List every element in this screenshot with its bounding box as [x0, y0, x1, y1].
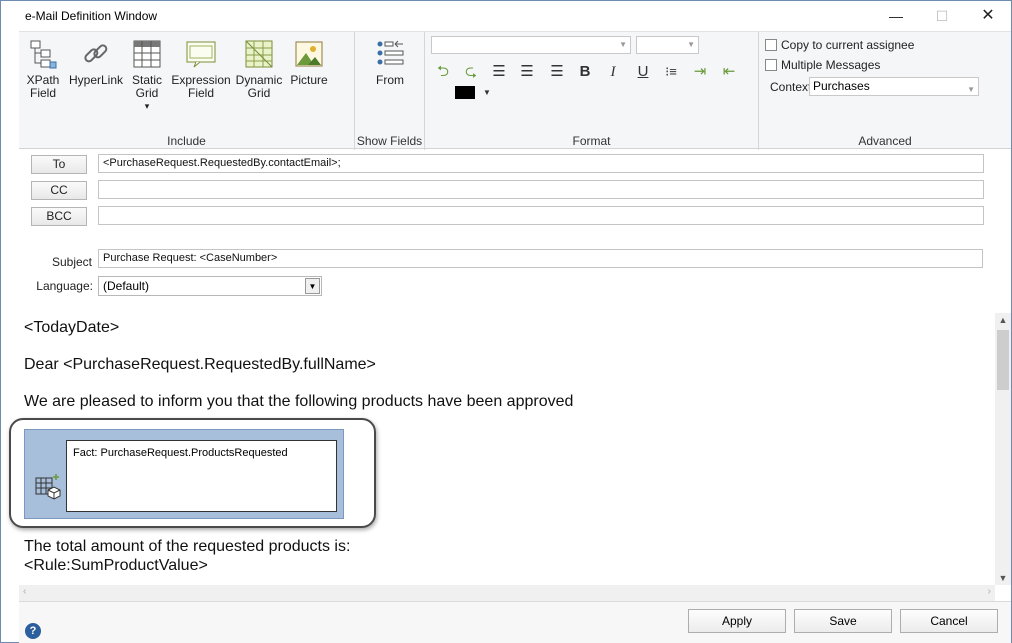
bold-icon[interactable]: B — [575, 62, 595, 82]
context-combo[interactable]: Purchases ▼ — [809, 77, 979, 96]
language-dropdown-icon[interactable]: ▼ — [305, 278, 320, 294]
undo-icon[interactable]: ⮌ — [433, 62, 453, 82]
expression-field-button[interactable]: Expression Field — [171, 38, 231, 100]
dynamic-grid-label-2: Grid — [247, 86, 271, 100]
advanced-group-label: Advanced — [858, 134, 912, 148]
from-fields-icon — [377, 40, 404, 65]
underline-icon[interactable]: U — [633, 62, 653, 82]
picture-button[interactable]: Picture — [287, 38, 331, 87]
multiple-messages-checkbox[interactable]: Multiple Messages — [765, 58, 880, 72]
font-size-combo[interactable]: ▼ — [636, 36, 699, 54]
scroll-right-icon[interactable]: › — [988, 586, 991, 597]
include-group: XPath Field HyperLink Static Grid ▾ Expr… — [19, 32, 355, 150]
save-button[interactable]: Save — [794, 609, 892, 633]
bcc-input[interactable] — [98, 206, 984, 225]
hyperlink-label: HyperLink — [68, 73, 124, 87]
outdent-icon[interactable]: ⇤ — [719, 62, 739, 82]
help-icon[interactable]: ? — [25, 623, 41, 639]
show-fields-group: From Show Fields — [355, 32, 425, 150]
static-grid-dropdown-icon[interactable]: ▾ — [129, 100, 165, 113]
align-left-icon[interactable]: ☰ — [489, 62, 509, 82]
format-group: ▼ ▼ ⮌ ⮎ ☰ ☰ ☰ B I U ⁝≡ ⇥ ⇤ ▼ Format — [425, 32, 759, 150]
language-label: Language: — [36, 279, 93, 293]
show-fields-group-label: Show Fields — [356, 134, 423, 148]
language-value: (Default) — [103, 279, 150, 293]
cc-input[interactable] — [98, 180, 984, 199]
body-line-greeting: Dear <PurchaseRequest.RequestedBy.fullNa… — [24, 356, 376, 373]
from-label: From — [376, 73, 404, 87]
dynamic-grid-button[interactable]: Dynamic Grid — [235, 38, 283, 100]
hyperlink-button[interactable]: HyperLink — [67, 38, 125, 87]
title-bar: e-Mail Definition Window — ☐ ✕ — [1, 1, 1011, 31]
hyperlink-icon — [84, 44, 108, 63]
include-group-label: Include — [167, 134, 206, 148]
context-label: Context — [770, 80, 812, 94]
apply-button[interactable]: Apply — [688, 609, 786, 633]
multiple-messages-box[interactable] — [765, 59, 777, 71]
redo-icon[interactable]: ⮎ — [461, 62, 481, 82]
body-line-rule: <Rule:SumProductValue> — [24, 557, 208, 574]
language-select[interactable]: (Default) ▼ — [98, 276, 322, 296]
ribbon: XPath Field HyperLink Static Grid ▾ Expr… — [19, 31, 1011, 150]
format-group-label: Format — [572, 134, 611, 148]
align-right-icon[interactable]: ☰ — [547, 62, 567, 82]
vertical-scroll-thumb[interactable] — [997, 330, 1009, 390]
scroll-down-icon[interactable]: ▼ — [995, 573, 1011, 583]
window-title: e-Mail Definition Window — [25, 9, 158, 23]
xpath-field-icon — [30, 40, 57, 69]
xpath-field-button[interactable]: XPath Field — [25, 38, 61, 100]
static-grid-button[interactable]: Static Grid ▾ — [129, 38, 165, 113]
cc-button[interactable]: CC — [31, 181, 87, 200]
copy-to-assignee-checkbox[interactable]: Copy to current assignee — [765, 38, 914, 52]
from-button[interactable]: From — [369, 38, 411, 87]
static-grid-label-2: Grid — [135, 86, 159, 100]
indent-icon[interactable]: ⇥ — [690, 62, 710, 82]
body-line-total: The total amount of the requested produc… — [24, 538, 351, 555]
subject-label: Subject — [51, 255, 92, 269]
editor-horizontal-scrollbar[interactable]: ‹ › — [19, 585, 995, 601]
fact-highlight-outline — [9, 418, 376, 528]
font-color-swatch[interactable] — [455, 86, 475, 99]
context-value: Purchases — [813, 79, 870, 93]
editor-vertical-scrollbar[interactable]: ▲ ▼ — [995, 313, 1011, 585]
font-name-dropdown-icon[interactable]: ▼ — [619, 40, 627, 49]
cancel-button[interactable]: Cancel — [900, 609, 998, 633]
picture-label: Picture — [290, 73, 328, 87]
scroll-left-icon[interactable]: ‹ — [23, 586, 26, 597]
advanced-group: Copy to current assignee Multiple Messag… — [759, 32, 1011, 150]
minimize-button[interactable]: — — [881, 5, 911, 27]
bcc-button[interactable]: BCC — [31, 207, 87, 226]
copy-to-assignee-box[interactable] — [765, 39, 777, 51]
font-name-combo[interactable]: ▼ — [431, 36, 631, 54]
body-line-approval: We are pleased to inform you that the fo… — [24, 393, 574, 410]
dynamic-grid-icon — [245, 40, 273, 68]
close-button[interactable]: ✕ — [973, 5, 1003, 27]
multiple-messages-label: Multiple Messages — [781, 58, 881, 72]
font-size-dropdown-icon[interactable]: ▼ — [687, 40, 695, 49]
maximize-button[interactable]: ☐ — [927, 5, 957, 27]
body-line-today-date: <TodayDate> — [24, 319, 120, 336]
xpath-field-label-2: Field — [29, 86, 56, 100]
expression-field-icon — [186, 41, 216, 68]
email-definition-window: e-Mail Definition Window — ☐ ✕ XPath Fie… — [0, 0, 1012, 643]
font-color-dropdown-icon[interactable]: ▼ — [483, 88, 491, 97]
static-grid-icon — [133, 40, 161, 68]
to-button[interactable]: To — [31, 155, 87, 174]
expression-field-label-2: Field — [187, 86, 214, 100]
footer-bar: ? Apply Save Cancel — [19, 601, 1011, 643]
copy-to-assignee-label: Copy to current assignee — [781, 38, 915, 52]
subject-input[interactable]: Purchase Request: <CaseNumber> — [98, 249, 983, 268]
align-center-icon[interactable]: ☰ — [517, 62, 537, 82]
bullet-list-icon[interactable]: ⁝≡ — [661, 62, 681, 82]
context-dropdown-icon[interactable]: ▼ — [967, 81, 975, 98]
picture-icon — [295, 41, 323, 67]
scroll-up-icon[interactable]: ▲ — [995, 315, 1011, 325]
to-input[interactable]: <PurchaseRequest.RequestedBy.contactEmai… — [98, 154, 984, 173]
italic-icon[interactable]: I — [603, 62, 623, 82]
